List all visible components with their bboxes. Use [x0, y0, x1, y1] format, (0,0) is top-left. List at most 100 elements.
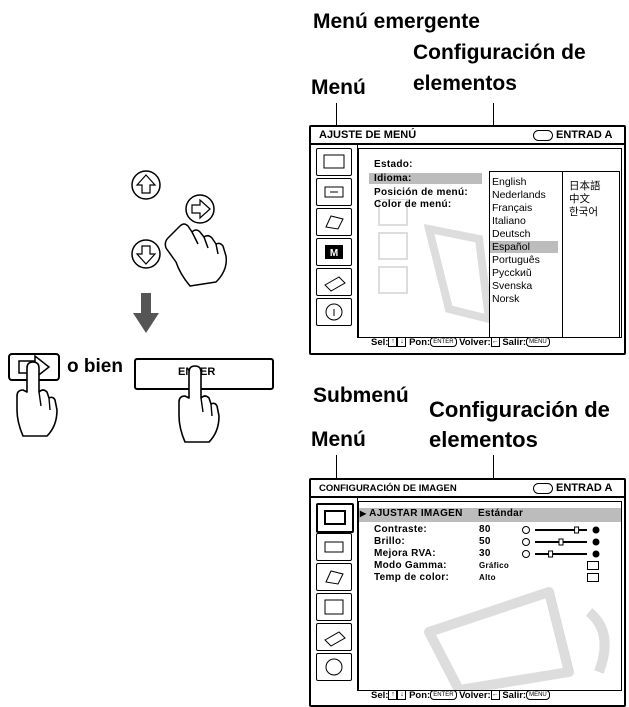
language-popup: English Nederlands Français Italiano Deutsch… [489, 171, 620, 337]
gamma-icon [587, 561, 599, 570]
image-input-arrow-icon [533, 482, 553, 494]
menu-key-icon: MENU [526, 690, 550, 701]
information-menu-icon[interactable] [316, 298, 352, 326]
item-estado[interactable]: Estado: [374, 159, 413, 170]
setting-value: Gráfico [479, 561, 510, 570]
image-input-indicator: ENTRAD A [533, 482, 612, 494]
level-slider[interactable] [521, 549, 601, 559]
right-arrow-button-icon [185, 194, 215, 224]
arrow-pad-illustration [131, 170, 228, 287]
watermark-icon [378, 199, 494, 325]
footer-volver: Volver: [459, 337, 491, 348]
footer-salir: Salir: [502, 690, 527, 701]
selection-pointer-icon: ▶ [360, 509, 367, 518]
adjust-image-row[interactable]: ▶ AJUSTAR IMAGEN Estándar [359, 508, 621, 522]
item-idioma-label: Idioma: [374, 173, 412, 184]
up-key-icon: ↑ [388, 337, 398, 348]
menu-settings-icon[interactable] [316, 593, 352, 621]
language-option[interactable]: Português [492, 254, 540, 266]
item-menu-position[interactable]: Posición de menú: [374, 187, 468, 198]
information-menu-icon[interactable] [316, 653, 352, 681]
setup-menu-icon[interactable] [316, 563, 352, 591]
input-menu-icon[interactable] [316, 533, 352, 561]
image-content-area: ▶ AJUSTAR IMAGEN Estándar Contraste: 80 Br… [358, 501, 622, 691]
image-settings-panel: CONFIGURACIÓN DE IMAGEN ENTRAD A ▶ AJUST… [309, 478, 626, 707]
input-text: ENTRAD A [556, 129, 613, 141]
picture-menu-icon[interactable] [316, 148, 352, 176]
installation-menu-icon[interactable] [316, 268, 352, 296]
setting-items-label-top: Configuración de [413, 41, 586, 64]
installation-menu-icon[interactable] [316, 623, 352, 651]
setting-label[interactable]: Modo Gamma: [374, 560, 447, 571]
setting-items-label-bottom: Configuración de [429, 397, 610, 422]
down-key-icon: ↓ [397, 690, 407, 701]
svg-text:M: M [330, 248, 338, 259]
setting-value: 50 [479, 536, 491, 547]
image-sidebar [311, 497, 358, 691]
menu-label-bottom: Menú [311, 428, 366, 451]
image-panel-footer: Sel: ↑ ↓ Pon: ENTER Volver:← Salir: MENU [371, 690, 550, 701]
footer-sel: Sel: [371, 337, 389, 348]
setting-value: Alto [479, 573, 496, 582]
popup-menu-label: Menú emergente [313, 10, 480, 33]
language-option[interactable]: Norsk [492, 293, 519, 305]
footer-pon: Pon: [409, 337, 431, 348]
input-arrow-icon [533, 129, 553, 141]
adjust-image-label: AJUSTAR IMAGEN [369, 508, 463, 519]
panel-title: AJUSTE DE MENÚ [319, 129, 417, 141]
menu-settings-icon[interactable]: M [316, 238, 352, 266]
language-option[interactable]: English [492, 176, 526, 188]
image-panel-title: CONFIGURACIÓN DE IMAGEN [319, 483, 457, 494]
language-option[interactable]: Italiano [492, 215, 526, 227]
setting-items-label-bottom-2: elementos [429, 427, 538, 452]
menu-key-icon: MENU [526, 337, 550, 348]
image-input-text: ENTRAD A [556, 482, 613, 494]
menu-settings-panel: AJUSTE DE MENÚ ENTRAD A M Estado: Idioma… [309, 125, 626, 355]
or-text: o bien [67, 356, 123, 377]
adjust-image-value: Estándar [478, 508, 524, 519]
setup-menu-icon[interactable] [316, 208, 352, 236]
language-option[interactable]: Deutsch [492, 228, 531, 240]
input-indicator: ENTRAD A [533, 129, 612, 141]
enter-key-icon: ENTER [430, 337, 457, 348]
setting-value: 80 [479, 524, 491, 535]
footer-salir: Salir: [502, 337, 527, 348]
language-option[interactable]: Pycckиŭ [492, 267, 532, 279]
language-option[interactable]: Français [492, 202, 532, 214]
pressing-hand-icon [178, 365, 220, 443]
down-key-icon: ↓ [397, 337, 407, 348]
setting-label[interactable]: Temp de color: [374, 572, 449, 583]
pointing-hand-icon [164, 223, 228, 287]
language-option[interactable]: Svenska [492, 280, 532, 292]
setting-label[interactable]: Contraste: [374, 524, 427, 535]
menu-label-top: Menú [311, 76, 366, 99]
footer-sel: Sel: [371, 690, 389, 701]
menu-content-area: Estado: Idioma: Posición de menú: Color … [358, 148, 622, 338]
item-idioma[interactable]: Idioma: [369, 173, 482, 184]
popup-divider [562, 172, 563, 337]
language-option[interactable]: Nederlands [492, 189, 546, 201]
watermark-icon [424, 587, 610, 690]
right-key-with-hand-icon [8, 353, 60, 437]
footer-pon: Pon: [409, 690, 431, 701]
down-arrow-button-icon [131, 239, 161, 269]
footer-volver: Volver: [459, 690, 491, 701]
language-option[interactable]: Español [490, 241, 558, 253]
setting-label[interactable]: Brillo: [374, 536, 405, 547]
level-slider[interactable] [521, 537, 601, 547]
left-key-icon: ← [490, 337, 500, 348]
picture-menu-icon[interactable] [316, 503, 354, 533]
setting-value: 30 [479, 548, 491, 559]
level-slider[interactable] [521, 525, 601, 535]
setting-items-label-top-2: elementos [413, 72, 517, 95]
menu-sidebar: M [311, 144, 358, 338]
color-temp-icon [587, 573, 599, 582]
item-menu-color[interactable]: Color de menú: [374, 199, 452, 210]
language-korean[interactable]: 한국어 [569, 204, 598, 219]
up-key-icon: ↑ [388, 690, 398, 701]
enter-key-icon: ENTER [430, 690, 457, 701]
left-key-icon: ← [490, 690, 500, 701]
up-arrow-button-icon [131, 170, 161, 200]
setting-label[interactable]: Mejora RVA: [374, 548, 436, 559]
input-menu-icon[interactable] [316, 178, 352, 206]
